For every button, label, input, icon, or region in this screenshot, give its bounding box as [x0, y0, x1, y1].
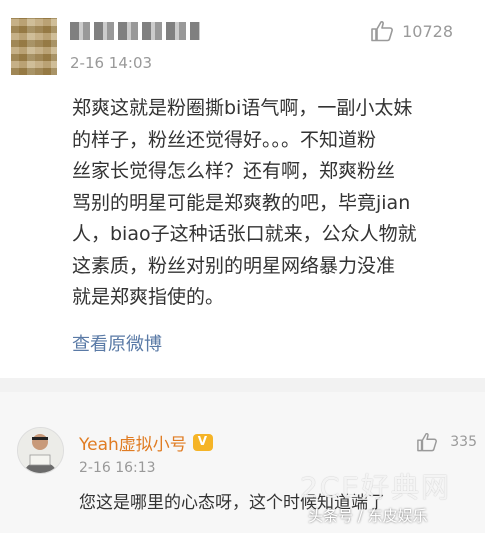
- comment-line: 就是郑爽指使的。: [72, 286, 225, 308]
- thumbs-up-icon: [416, 432, 438, 452]
- vip-crown-icon: [192, 434, 213, 451]
- comment-text: 郑爽这就是粉圈撕bi语气啊，一副小太妹 的样子，粉丝还觉得好。。。不知道粉 丝家…: [72, 93, 485, 314]
- avatar[interactable]: [11, 18, 57, 75]
- comment-line: 骂别的明星可能是郑爽教的吧，毕竟jian: [72, 191, 411, 214]
- like-count: 335: [450, 434, 477, 450]
- comment-date: 2-16 16:13: [79, 460, 156, 476]
- username-blurred[interactable]: [70, 22, 200, 40]
- view-original-weibo-link[interactable]: 查看原微博: [72, 330, 162, 356]
- like-button[interactable]: 335: [416, 432, 477, 452]
- comment-line: 人，biao子这种话张口就来，公众人物就: [72, 223, 417, 245]
- comment-line: 丝家长觉得怎么样？还有啊，郑爽粉丝: [72, 160, 396, 182]
- comment-line: 这素质，粉丝对别的明星网络暴力没准: [72, 254, 396, 277]
- comment-line: 的样子，粉丝还觉得好。。。不知道粉: [72, 128, 377, 151]
- card-divider: [0, 378, 485, 392]
- like-count: 10728: [402, 21, 453, 41]
- username[interactable]: Yeah虚拟小号: [79, 430, 213, 455]
- like-button[interactable]: 10728: [370, 20, 453, 42]
- avatar[interactable]: [17, 427, 64, 474]
- watermark-account: 头条号 / 东皮娱乐: [308, 507, 428, 525]
- watermark-site: 2CE好典网: [300, 471, 452, 504]
- comment-line: 郑爽这就是粉圈撕bi语气啊，一副小太妹: [72, 97, 413, 119]
- thumbs-up-icon: [370, 20, 394, 42]
- comment-date: 2-16 14:03: [70, 54, 153, 72]
- username-text: Yeah虚拟小号: [79, 435, 187, 455]
